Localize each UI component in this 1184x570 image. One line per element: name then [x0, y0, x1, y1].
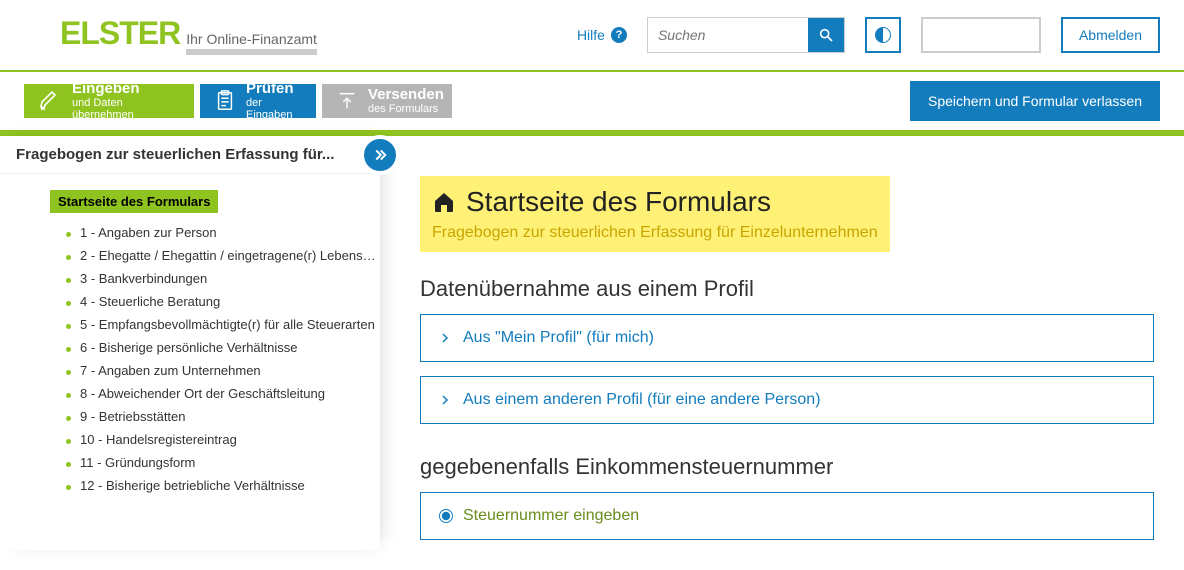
- header-right: Hilfe ? Abmelden: [577, 17, 1160, 53]
- nav-item[interactable]: 6 - Bisherige persönliche Verhältnisse: [60, 336, 380, 359]
- chevron-right-icon: [439, 394, 451, 406]
- nav-item[interactable]: 9 - Betriebsstätten: [60, 405, 380, 428]
- link-label: Aus einem anderen Profil (für eine ander…: [463, 391, 821, 409]
- step2-sub: der Eingaben: [246, 97, 302, 121]
- section-steuernummer: gegebenenfalls Einkommensteuernummer: [420, 454, 1154, 480]
- chevrons-right-icon: [371, 146, 389, 164]
- nav-item[interactable]: 8 - Abweichender Ort der Geschäftsleitun…: [60, 382, 380, 405]
- nav-item[interactable]: 2 - Ehegatte / Ehegattin / eingetragene(…: [60, 244, 380, 267]
- step-versenden[interactable]: Versenden des Formulars: [322, 84, 452, 118]
- sidebar: Fragebogen zur steuerlichen Erfassung fü…: [0, 136, 380, 550]
- contrast-button[interactable]: [865, 17, 901, 53]
- step2-title: Prüfen: [246, 81, 302, 98]
- save-exit-button[interactable]: Speichern und Formular verlassen: [910, 81, 1160, 121]
- logo-tagline: Ihr Online-Finanzamt: [186, 31, 317, 47]
- nav-item[interactable]: 1 - Angaben zur Person: [60, 221, 380, 244]
- profile-link-stack: Aus "Mein Profil" (für mich) Aus einem a…: [420, 314, 1154, 424]
- steps-bar: Eingeben und Daten übernehmen Prüfen der…: [0, 72, 1184, 136]
- sidebar-header: Fragebogen zur steuerlichen Erfassung fü…: [0, 136, 380, 174]
- chevron-right-icon: [439, 332, 451, 344]
- link-label: Aus "Mein Profil" (für mich): [463, 329, 654, 347]
- search-input[interactable]: [648, 18, 808, 52]
- logo-text: ELSTER: [60, 15, 180, 52]
- help-label: Hilfe: [577, 27, 605, 43]
- page-title: Startseite des Formulars: [466, 186, 771, 218]
- help-link[interactable]: Hilfe ?: [577, 27, 627, 43]
- radio-label: Steuernummer eingeben: [463, 507, 639, 525]
- nav-item[interactable]: 7 - Angaben zum Unternehmen: [60, 359, 380, 382]
- clipboard-icon: [214, 90, 236, 112]
- logout-button[interactable]: Abmelden: [1061, 17, 1160, 53]
- nav-item[interactable]: 12 - Bisherige betriebliche Verhältnisse: [60, 474, 380, 497]
- link-anderes-profil[interactable]: Aus einem anderen Profil (für eine ander…: [420, 376, 1154, 424]
- help-icon: ?: [611, 27, 627, 43]
- step3-title: Versenden: [368, 87, 444, 104]
- page-title-block: Startseite des Formulars Fragebogen zur …: [420, 176, 890, 252]
- step-pruefen[interactable]: Prüfen der Eingaben: [200, 84, 316, 118]
- step1-sub: und Daten übernehmen: [72, 97, 180, 121]
- step-eingeben[interactable]: Eingeben und Daten übernehmen: [24, 84, 194, 118]
- nav-tree: Startseite des Formulars 1 - Angaben zur…: [0, 174, 380, 513]
- radio-steuernummer-eingeben[interactable]: Steuernummer eingeben: [420, 492, 1154, 540]
- main-content: Startseite des Formulars Fragebogen zur …: [380, 136, 1184, 550]
- sidebar-title: Fragebogen zur steuerlichen Erfassung fü…: [16, 146, 334, 163]
- nav-item[interactable]: 5 - Empfangsbevollmächtigte(r) für alle …: [60, 313, 380, 336]
- home-icon: [432, 190, 456, 214]
- link-mein-profil[interactable]: Aus "Mein Profil" (für mich): [420, 314, 1154, 362]
- body: Fragebogen zur steuerlichen Erfassung fü…: [0, 136, 1184, 550]
- logo-underline: [186, 49, 317, 55]
- step3-sub: des Formulars: [368, 103, 444, 115]
- logo-section: ELSTER Ihr Online-Finanzamt: [60, 15, 317, 55]
- top-header: ELSTER Ihr Online-Finanzamt Hilfe ? Abme…: [0, 0, 1184, 72]
- radio-input[interactable]: [439, 509, 453, 523]
- send-icon: [336, 90, 358, 112]
- contrast-icon: [875, 27, 891, 43]
- nav-item[interactable]: 4 - Steuerliche Beratung: [60, 290, 380, 313]
- pencil-icon: [38, 89, 62, 113]
- nav-root[interactable]: Startseite des Formulars: [50, 190, 218, 213]
- placeholder-box: [921, 17, 1041, 53]
- search-button[interactable]: [808, 18, 844, 52]
- nav-item[interactable]: 10 - Handelsregistereintrag: [60, 428, 380, 451]
- section-datenuebernahme: Datenübernahme aus einem Profil: [420, 276, 1154, 302]
- nav-item[interactable]: 11 - Gründungsform: [60, 451, 380, 474]
- step1-title: Eingeben: [72, 81, 180, 98]
- page-subtitle: Fragebogen zur steuerlichen Erfassung fü…: [432, 224, 878, 242]
- nav-item[interactable]: 3 - Bankverbindungen: [60, 267, 380, 290]
- sidebar-expand-button[interactable]: [360, 135, 400, 175]
- search-icon: [818, 27, 834, 43]
- search-box: [647, 17, 845, 53]
- logo-tagline-wrap: Ihr Online-Finanzamt: [186, 31, 317, 55]
